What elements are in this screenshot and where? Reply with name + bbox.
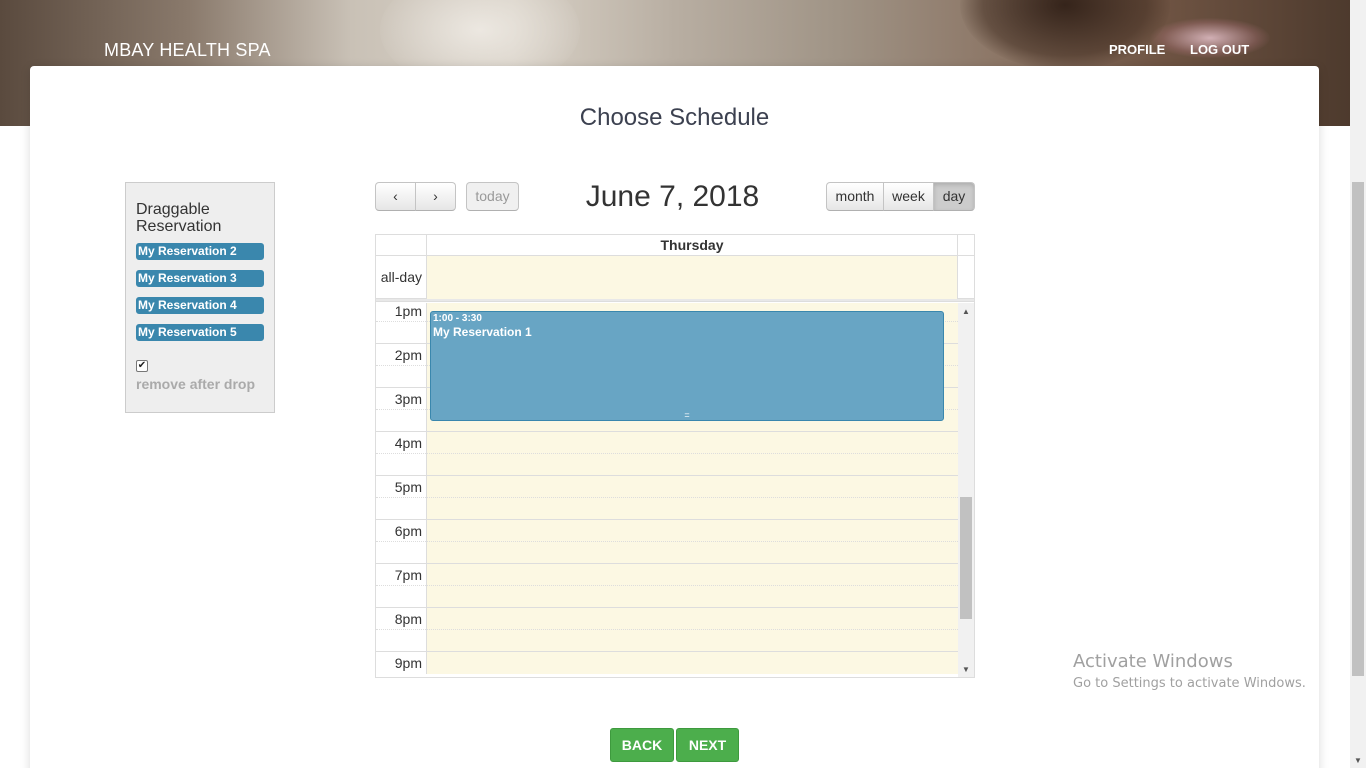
remove-after-drop-label: remove after drop — [136, 376, 256, 392]
time-label: 6pm — [376, 520, 427, 542]
calendar-scrollbar[interactable]: ▲ ▼ — [958, 303, 974, 677]
next-step-button[interactable]: NEXT — [676, 728, 739, 762]
time-slot[interactable]: 7pm — [376, 563, 958, 586]
page-scrollbar[interactable]: ▼ — [1350, 0, 1366, 768]
time-slot[interactable]: 8pm — [376, 607, 958, 630]
time-label: 3pm — [376, 388, 427, 410]
calendar-grid: Thursday all-day 1pm 2pm 3pm 4pm 5pm 6pm… — [375, 234, 975, 678]
calendar-event[interactable]: 1:00 - 3:30 My Reservation 1 = — [430, 311, 944, 421]
draggable-reservation-4[interactable]: My Reservation 4 — [136, 297, 264, 314]
time-slot[interactable] — [376, 453, 958, 476]
time-slot[interactable]: 4pm — [376, 431, 958, 454]
back-button[interactable]: BACK — [610, 728, 674, 762]
watermark-title: Activate Windows — [1073, 651, 1233, 672]
calendar-header: Thursday — [376, 235, 974, 256]
scroll-down-arrow-icon[interactable]: ▼ — [1354, 756, 1362, 765]
view-week-button[interactable]: week — [883, 182, 934, 211]
nav-profile[interactable]: PROFILE — [1109, 42, 1165, 57]
header-axis-cell — [376, 235, 427, 256]
all-day-divider — [376, 299, 974, 302]
time-label: 1pm — [376, 303, 427, 322]
time-slot[interactable] — [376, 541, 958, 564]
activate-windows-watermark: Activate Windows Go to Settings to activ… — [1073, 651, 1306, 691]
all-day-cell[interactable] — [427, 256, 958, 299]
time-label: 4pm — [376, 432, 427, 454]
remove-after-drop-checkbox[interactable]: ✔ — [136, 360, 148, 372]
page-title: Choose Schedule — [579, 104, 770, 131]
event-title: My Reservation 1 — [433, 325, 532, 339]
event-resize-handle[interactable]: = — [431, 411, 943, 420]
watermark-subtitle: Go to Settings to activate Windows. — [1073, 676, 1306, 691]
time-label: 2pm — [376, 344, 427, 366]
time-slot[interactable]: 6pm — [376, 519, 958, 542]
time-label: 8pm — [376, 608, 427, 630]
time-slot[interactable] — [376, 497, 958, 520]
all-day-label: all-day — [376, 256, 427, 299]
draggable-heading: Draggable Reservation — [136, 201, 222, 235]
nav-logout[interactable]: LOG OUT — [1190, 42, 1249, 57]
time-label: 7pm — [376, 564, 427, 586]
draggable-reservation-3[interactable]: My Reservation 3 — [136, 270, 264, 287]
time-slot[interactable]: 5pm — [376, 475, 958, 498]
page-scrollbar-thumb[interactable] — [1352, 182, 1364, 676]
scroll-up-arrow-icon[interactable]: ▲ — [962, 307, 970, 316]
calendar-scrollbar-thumb[interactable] — [960, 497, 972, 619]
time-slot[interactable]: 9pm — [376, 651, 958, 674]
event-time: 1:00 - 3:30 — [433, 313, 482, 324]
draggable-reservation-2[interactable]: My Reservation 2 — [136, 243, 264, 260]
scroll-down-arrow-icon[interactable]: ▼ — [962, 665, 970, 674]
brand-logo[interactable]: MBAY HEALTH SPA — [104, 40, 271, 61]
time-label: 5pm — [376, 476, 427, 498]
time-grid: 1pm 2pm 3pm 4pm 5pm 6pm 7pm 8pm 9pm 1:00… — [376, 303, 974, 677]
top-nav: MBAY HEALTH SPA PROFILE LOG OUT — [0, 0, 1350, 66]
time-slot[interactable] — [376, 629, 958, 652]
all-day-row: all-day — [376, 256, 974, 299]
view-day-button[interactable]: day — [933, 182, 975, 211]
view-month-button[interactable]: month — [826, 182, 884, 211]
day-header: Thursday — [427, 235, 958, 256]
draggable-reservation-5[interactable]: My Reservation 5 — [136, 324, 264, 341]
draggable-panel: Draggable Reservation My Reservation 2 M… — [125, 182, 275, 413]
time-slot[interactable] — [376, 585, 958, 608]
time-label: 9pm — [376, 652, 427, 674]
